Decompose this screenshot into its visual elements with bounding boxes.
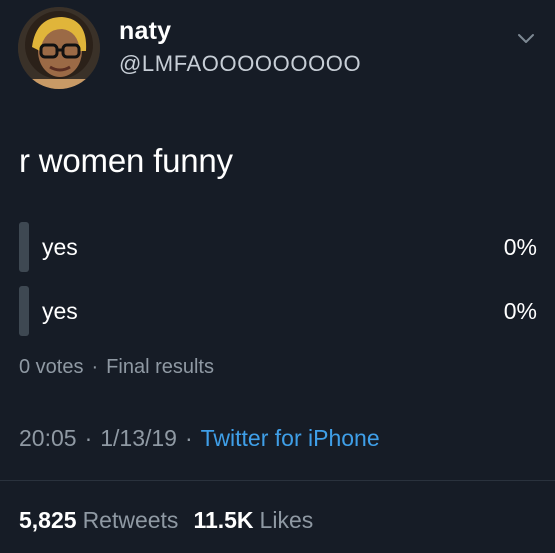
poll-option-label: yes [42,234,78,260]
poll-option-label: yes [42,298,78,324]
retweets-label: Retweets [82,507,179,533]
poll: yes 0% yes 0% [19,222,539,350]
tweet-timestamp: 20:05 · 1/13/19 · Twitter for iPhone [19,425,380,452]
poll-status: Final results [106,356,214,378]
likes-count: 11.5K [193,507,254,533]
tweet-time[interactable]: 20:05 [19,425,77,451]
poll-bar [19,222,29,272]
retweets-stat[interactable]: 5,825 Retweets [19,507,178,534]
poll-bar [19,286,29,336]
author-handle[interactable]: @LMFAOOOOOOOOO [119,51,361,77]
tweet-date[interactable]: 1/13/19 [100,425,177,451]
tweet-text: r women funny [19,142,233,179]
tweet-stats: 5,825 Retweets 11.5K Likes [19,507,328,534]
poll-votes: 0 votes [19,356,84,378]
avatar-image [18,7,100,89]
tweet-card: naty @LMFAOOOOOOOOO r women funny yes 0%… [0,0,555,553]
tweet-source-link[interactable]: Twitter for iPhone [201,425,380,451]
divider [0,480,555,481]
meta-separator: · [84,425,93,451]
poll-meta: 0 votes · Final results [19,356,214,379]
chevron-down-icon[interactable] [514,27,538,51]
avatar[interactable] [18,7,100,89]
poll-option-percent: 0% [503,298,537,324]
meta-separator: · [184,425,193,451]
retweets-count: 5,825 [19,507,77,533]
meta-separator: · [91,356,99,378]
likes-stat[interactable]: 11.5K Likes [193,507,313,534]
poll-option-percent: 0% [503,234,537,260]
poll-option: yes 0% [19,222,539,272]
author-display-name[interactable]: naty [119,17,171,46]
likes-label: Likes [259,507,314,533]
poll-option: yes 0% [19,286,539,336]
